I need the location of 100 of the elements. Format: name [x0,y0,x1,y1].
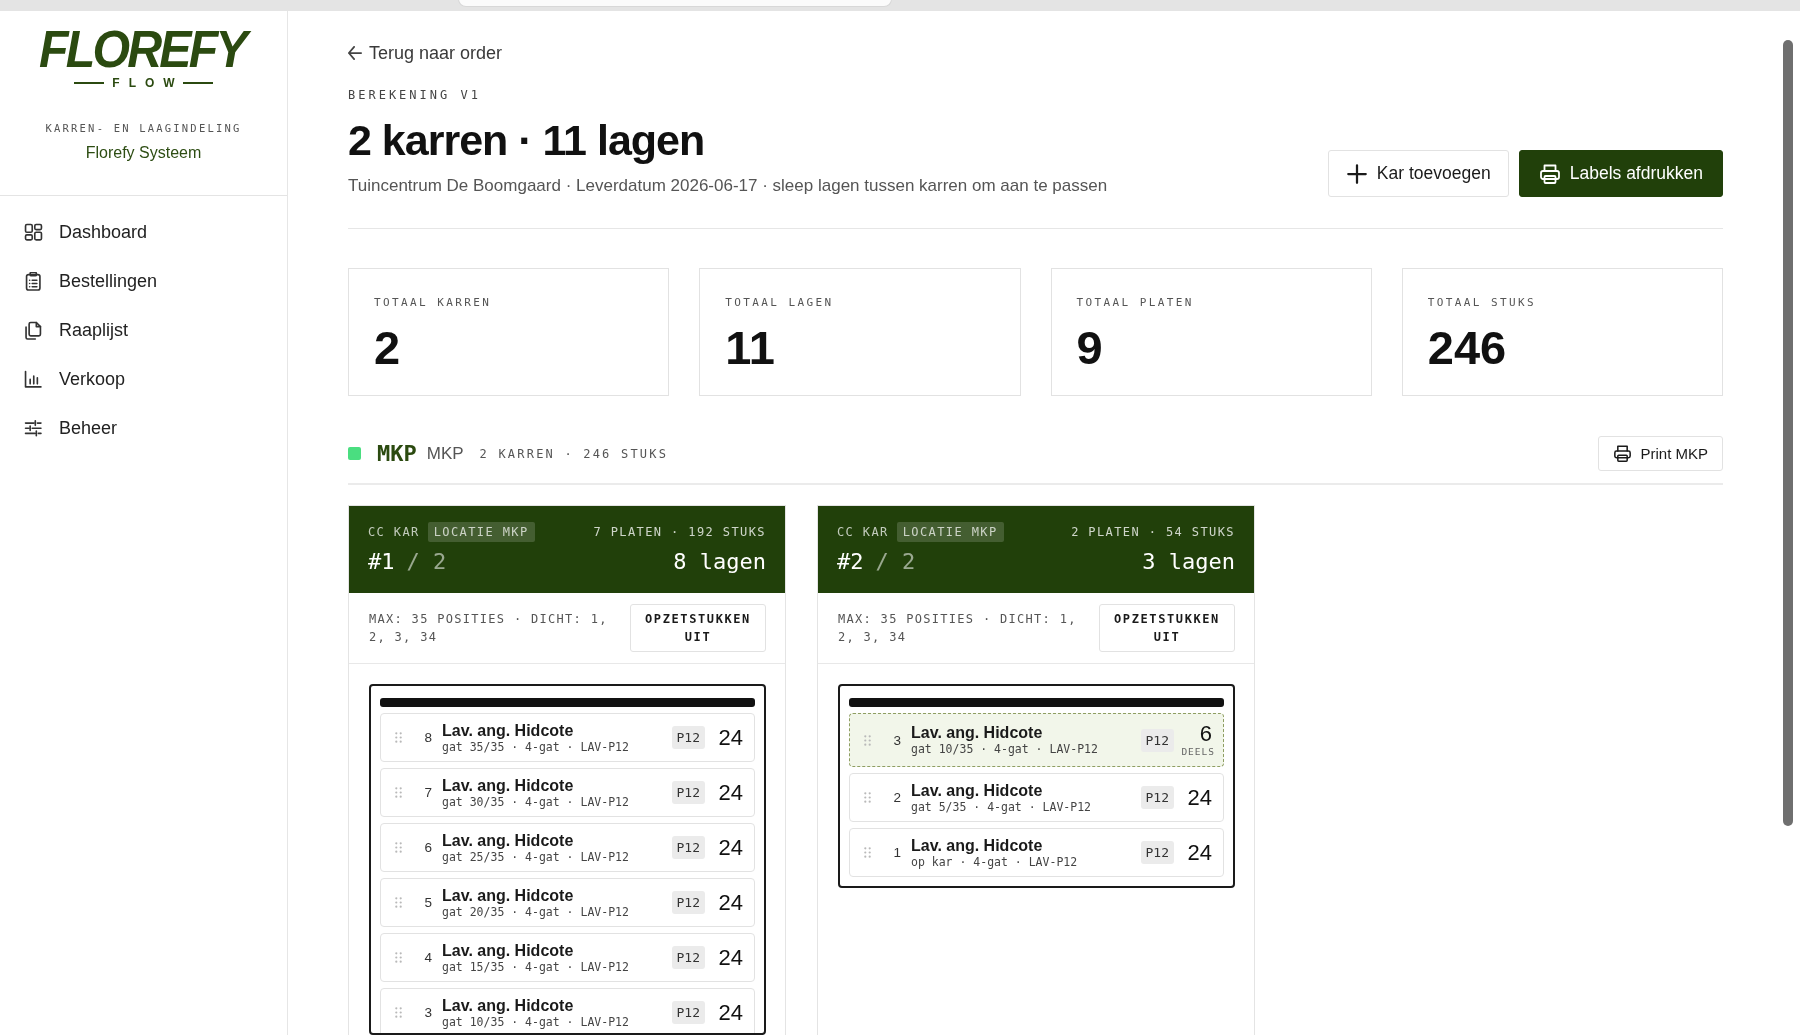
layer-details: gat 25/35 · 4-gat · LAV-P12 [442,849,630,864]
layer-row[interactable]: 6 Lav. ang. Hidcote gat 25/35 · 4-gat · LAV-P12 P12 24 [380,823,755,872]
layer-details: gat 35/35 · 4-gat · LAV-P12 [442,739,630,754]
layer-row[interactable]: 4 Lav. ang. Hidcote gat 15/35 · 4-gat · LAV-P12 P12 24 [380,933,755,982]
stat-value: 2 [374,322,402,374]
stat-label: TOTAAL PLATEN [1076,296,1195,310]
stat-label: TOTAAL LAGEN [725,296,835,310]
print-labels-button[interactable]: Labels afdrukken [1518,150,1723,197]
dashboard-icon [24,222,43,242]
layer-row[interactable]: 3 Lav. ang. Hidcote gat 10/35 · 4-gat · LAV-P12 P12 6 DEELS [849,713,1224,767]
plant-name: Lav. ang. Hidcote [442,886,575,905]
drag-handle-icon[interactable] [395,787,402,798]
pot-size-tag: P12 [1140,728,1174,752]
nav-label: Bestellingen [59,270,158,292]
nav-item[interactable]: Verkoop [24,362,267,396]
logo-wordmark: FLOREFY [38,26,249,72]
stat-value: 246 [1427,322,1508,374]
layer-row[interactable]: 3 Lav. ang. Hidcote gat 10/35 · 4-gat · LAV-P12 P12 24 [380,988,755,1033]
drag-handle-icon[interactable] [395,732,402,743]
layer-row[interactable]: 7 Lav. ang. Hidcote gat 30/35 · 4-gat · LAV-P12 P12 24 [380,768,755,817]
layer-count: 8 lagen [673,548,766,574]
layer-details: gat 5/35 · 4-gat · LAV-P12 [911,799,1092,814]
add-cart-button[interactable]: Kar toevoegen [1327,150,1509,197]
layer-details: gat 30/35 · 4-gat · LAV-P12 [442,794,630,809]
plant-name: Lav. ang. Hidcote [442,996,575,1015]
nav-label: Dashboard [59,221,148,243]
nav-label: Raaplijst [59,319,129,341]
drag-handle-icon[interactable] [395,842,402,853]
layer-position: 6 [423,840,432,855]
bar-chart-icon [24,369,43,389]
toggle-button[interactable]: OPZETSTUKKEN UIT [1099,604,1235,652]
nav-label: Beheer [59,417,118,439]
layer-position: 8 [423,730,432,745]
layer-details: gat 10/35 · 4-gat · LAV-P12 [442,1014,630,1029]
layer-position: 2 [892,790,901,805]
pot-size-tag: P12 [671,946,705,969]
drag-handle-icon[interactable] [395,1007,402,1018]
plant-name: Lav. ang. Hidcote [911,836,1044,855]
group-summary: 2 KARREN · 246 STUKS [479,446,669,461]
stat-value: 11 [725,322,776,374]
pot-size-tag: P12 [671,1001,705,1024]
nav-item[interactable]: Bestellingen [24,264,267,298]
plant-name: Lav. ang. Hidcote [911,781,1044,800]
scrollbar-thumb[interactable] [1783,40,1793,826]
pot-size-tag: P12 [671,726,705,749]
layer-count: 3 lagen [1142,548,1235,574]
layer-details: gat 15/35 · 4-gat · LAV-P12 [442,959,630,974]
quantity: 6 [1199,722,1212,746]
pot-size-tag: P12 [671,891,705,914]
nav-item[interactable]: Beheer [24,411,267,445]
drag-handle-icon[interactable] [395,897,402,908]
plant-name: Lav. ang. Hidcote [442,831,575,850]
layer-details: gat 10/35 · 4-gat · LAV-P12 [911,742,1099,756]
plant-name: Lav. ang. Hidcote [442,721,575,740]
plant-name: Lav. ang. Hidcote [442,776,575,795]
layer-position: 4 [423,950,432,965]
layer-position: 3 [423,1005,432,1020]
app-section-label: KARREN- EN LAAGINDELING [45,122,242,134]
quantity: 24 [718,725,743,750]
pot-size-tag: P12 [671,781,705,804]
sliders-icon [24,418,43,438]
cart-number: #2 [837,548,864,574]
stat-label: TOTAAL KARREN [374,296,493,310]
print-group-button[interactable]: Print MKP [1598,436,1723,471]
plant-name: Lav. ang. Hidcote [442,941,575,960]
layer-position: 5 [423,895,432,910]
nav-item[interactable]: Dashboard [24,215,267,249]
plant-name: Lav. ang. Hidcote [911,724,1044,742]
toggle-button[interactable]: OPZETSTUKKEN UIT [630,604,766,652]
layer-details: op kar · 4-gat · LAV-P12 [911,854,1079,869]
layer-row[interactable]: 2 Lav. ang. Hidcote gat 5/35 · 4-gat · LAV-P12 P12 24 [849,773,1224,822]
clipboard-icon [24,271,43,291]
drag-handle-icon[interactable] [864,792,871,803]
version-label: BEREKENING V1 [348,87,481,103]
partial-label: DEELS [1181,746,1215,758]
cart-total-count: / 2 [875,548,916,574]
drag-handle-icon[interactable] [864,847,871,858]
location-tag: LOCATIE MKP [427,522,535,542]
group-name: MKP [426,443,464,464]
capacity-note: MAX: 35 POSITIES · DICHT: 1, 2, 3, 34 [369,611,609,646]
nav-item[interactable]: Raaplijst [24,313,267,347]
layer-row[interactable]: 8 Lav. ang. Hidcote gat 35/35 · 4-gat · LAV-P12 P12 24 [380,713,755,762]
cart-totals: 2 PLATEN · 54 STUKS [1071,525,1235,539]
documents-icon [24,320,43,340]
cart-totals: 7 PLATEN · 192 STUKS [593,525,766,539]
cart-total-count: / 2 [406,548,447,574]
quantity: 24 [718,780,743,805]
quantity: 24 [718,890,743,915]
group-code: MKP [377,441,417,466]
quantity: 24 [718,945,743,970]
layer-details: gat 20/35 · 4-gat · LAV-P12 [442,904,630,919]
cart-type: CC KAR [368,525,420,539]
stat-value: 9 [1076,322,1104,374]
printer-icon [1539,163,1560,184]
layer-row[interactable]: 5 Lav. ang. Hidcote gat 20/35 · 4-gat · LAV-P12 P12 24 [380,878,755,927]
stat-label: TOTAAL STUKS [1427,296,1538,310]
drag-handle-icon[interactable] [864,734,871,746]
back-link[interactable]: Terug naar order [348,42,503,64]
layer-position: 1 [892,845,901,860]
drag-handle-icon[interactable] [395,952,402,963]
